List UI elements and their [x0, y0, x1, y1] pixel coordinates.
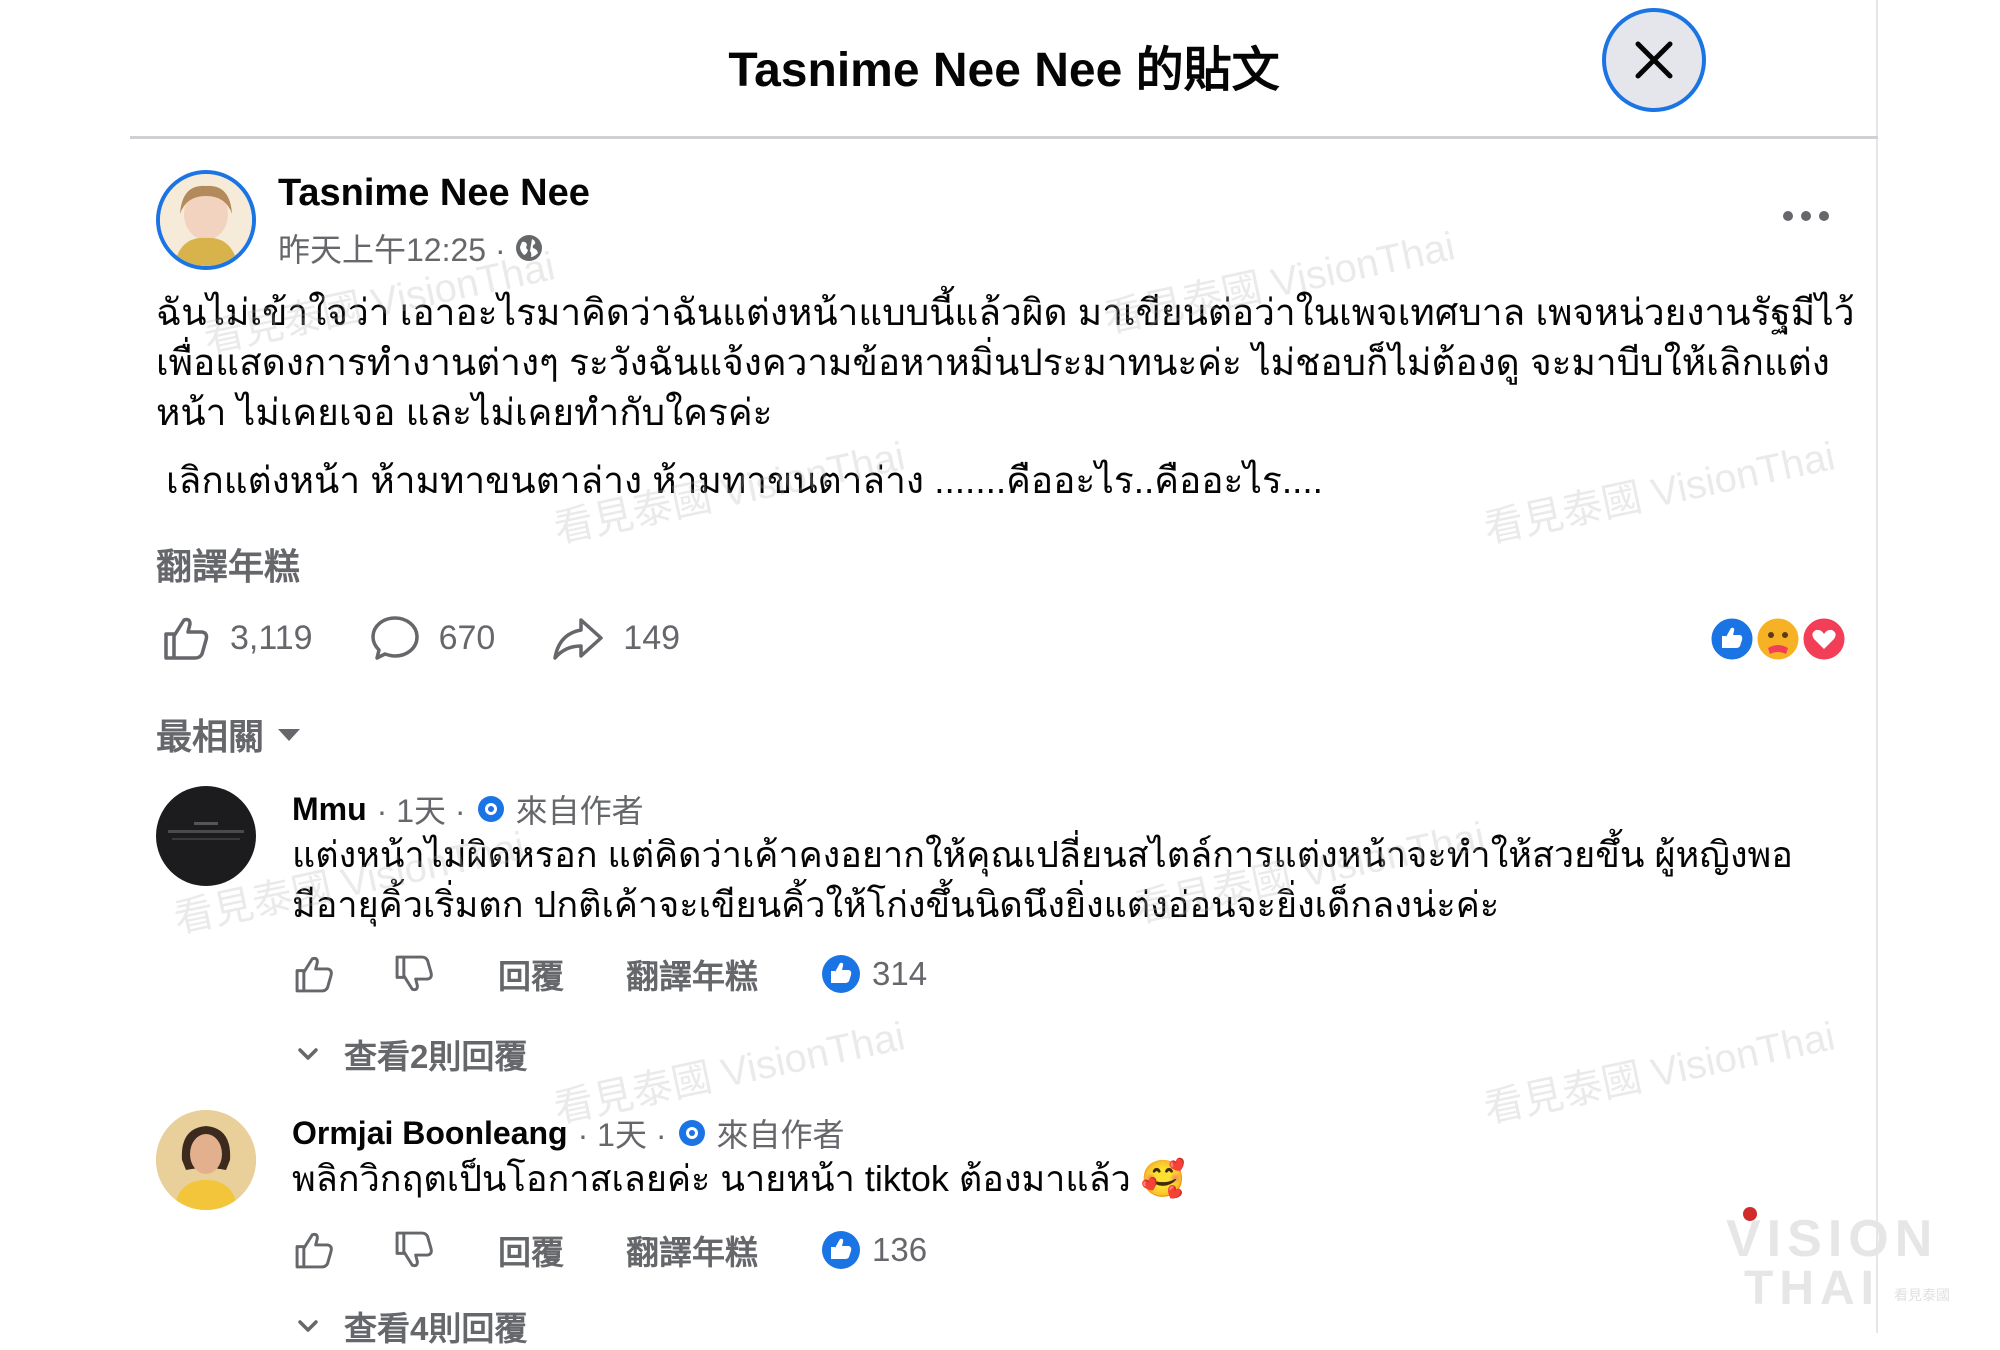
logo-line2: THAI	[1744, 1262, 1880, 1310]
view-replies-button[interactable]: 查看2則回覆	[296, 1030, 527, 1078]
chevron-down-icon	[298, 1320, 318, 1332]
close-button[interactable]	[1602, 8, 1706, 112]
thumbs-down-icon	[395, 1231, 433, 1268]
visionthai-logo: VISION THAI 看見泰國	[1726, 1200, 1986, 1315]
chevron-down-icon	[298, 1048, 318, 1060]
reply-button[interactable]: 回覆	[498, 950, 564, 998]
like-button[interactable]: 3,119	[160, 612, 313, 664]
share-count: 149	[623, 618, 681, 657]
reply-button[interactable]: 回覆	[498, 1226, 564, 1274]
like-count: 3,119	[230, 618, 313, 657]
logo-sub: 看見泰國	[1894, 1288, 1950, 1304]
comment-text: แต่งหน้าไม่ผิดหรอก แต่คิดว่าเค้าคงอยากให…	[292, 834, 1793, 925]
comment-item: Ormjai Boonleang · 1天 · 來自作者 พลิกวิกฤตเป…	[156, 1110, 1856, 1347]
comment-actions: 回覆 翻譯年糕 314	[292, 950, 927, 998]
view-replies-label: 查看2則回覆	[344, 1038, 528, 1075]
globe-icon	[515, 235, 542, 261]
post-meta: 昨天上午12:25 ·	[278, 225, 544, 271]
thumbs-up-icon	[295, 956, 333, 993]
comment-reaction-count[interactable]: 314	[820, 953, 927, 995]
post-time[interactable]: 昨天上午12:25 ·	[278, 225, 506, 271]
comment-like-button[interactable]	[292, 952, 336, 996]
post-author-name[interactable]: Tasnime Nee Nee	[278, 172, 590, 215]
post-stats: 3,119 670 149	[160, 608, 736, 668]
see-translation-link[interactable]: 翻譯年糕	[156, 538, 300, 590]
comment-time[interactable]: · 1天 ·	[377, 786, 466, 832]
author-badge-icon	[477, 796, 504, 822]
comment-translate-link[interactable]: 翻譯年糕	[626, 950, 758, 998]
caret-down-icon	[278, 729, 301, 741]
comment-reaction-count[interactable]: 136	[820, 1229, 927, 1271]
comment-time[interactable]: · 1天 ·	[578, 1110, 667, 1156]
comment-text: พลิกวิกฤตเป็นโอกาสเลยค่ะ นายหน้า tiktok …	[292, 1158, 1186, 1199]
commenter-name[interactable]: Mmu	[292, 791, 367, 828]
post-text-paragraph-1: ฉันไม่เข้าใจว่า เอาอะไรมาคิดว่าฉันแต่งหน…	[156, 292, 1855, 433]
thumbs-down-icon	[395, 955, 433, 992]
author-badge-label: 來自作者	[515, 793, 644, 829]
commenter-avatar[interactable]	[156, 786, 256, 886]
more-icon	[1783, 211, 1829, 221]
commenter-name[interactable]: Ormjai Boonleang	[292, 1115, 568, 1152]
comment-header: Mmu · 1天 · 來自作者	[292, 786, 644, 832]
share-icon	[553, 618, 604, 660]
author-badge-icon	[678, 1120, 705, 1146]
post-text-paragraph-2: เลิกแต่งหน้า ห้ามทาขนตาล่าง ห้ามทาขนตาล่…	[166, 460, 1323, 501]
comment-icon	[370, 616, 419, 660]
thumbs-up-icon	[295, 1232, 333, 1269]
comment-item: Mmu · 1天 · 來自作者 แต่งหน้าไม่ผิดหรอก แต่คิ…	[156, 786, 1856, 1086]
post-dialog: Tasnime Nee Nee 的貼文 Tasnime Nee Nee 昨天上午…	[0, 0, 1878, 1347]
comment-dislike-button[interactable]	[392, 952, 436, 996]
comment-actions: 回覆 翻譯年糕 136	[292, 1226, 927, 1274]
close-icon	[1635, 41, 1673, 79]
logo-line1: VISION	[1726, 1210, 1938, 1268]
view-replies-label: 查看4則回覆	[344, 1310, 528, 1347]
like-reaction-icon	[822, 1231, 860, 1269]
author-badge-label: 來自作者	[716, 1117, 845, 1153]
comment-translate-link[interactable]: 翻譯年糕	[626, 1226, 758, 1274]
comment-like-count: 314	[872, 955, 928, 992]
like-reaction-icon	[822, 955, 860, 993]
sort-label: 最相關	[156, 716, 265, 757]
author-avatar[interactable]	[156, 170, 256, 270]
comment-like-count: 136	[872, 1231, 928, 1268]
comment-dislike-button[interactable]	[392, 1228, 436, 1272]
share-button[interactable]: 149	[551, 612, 680, 664]
commenter-avatar[interactable]	[156, 1110, 256, 1210]
view-replies-button[interactable]: 查看4則回覆	[296, 1302, 527, 1350]
comment-button[interactable]: 670	[369, 612, 496, 664]
care-reaction-icon	[1754, 615, 1802, 663]
comment-like-button[interactable]	[292, 1228, 336, 1272]
comment-header: Ormjai Boonleang · 1天 · 來自作者	[292, 1110, 845, 1156]
comment-count: 670	[438, 618, 496, 657]
reaction-summary[interactable]	[1708, 614, 1848, 664]
more-options-button[interactable]	[1778, 196, 1834, 236]
thumbs-up-icon	[164, 617, 209, 660]
comment-sort-dropdown[interactable]: 最相關	[156, 708, 302, 760]
post-body: ฉันไม่เข้าใจว่า เอาอะไรมาคิดว่าฉันแต่งหน…	[156, 288, 1856, 506]
